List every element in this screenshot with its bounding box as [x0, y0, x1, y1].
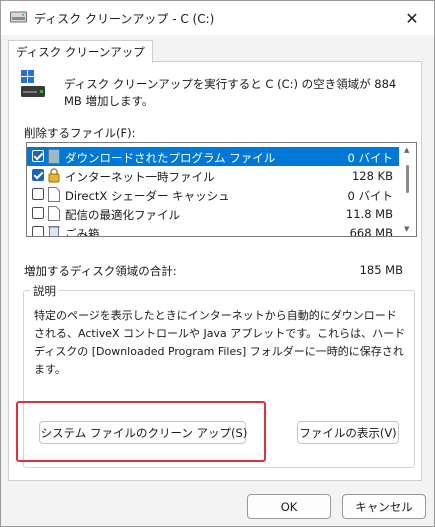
- files-list[interactable]: ダウンロードされたプログラム ファイル 0 バイト インターネット一時ファイル …: [26, 142, 417, 237]
- list-item[interactable]: インターネット一時ファイル 128 KB: [27, 166, 399, 185]
- file-name: DirectX シェーダー キャッシュ: [65, 189, 230, 203]
- total-gain-value: 185 MB: [359, 263, 403, 277]
- checkbox[interactable]: [32, 169, 44, 181]
- total-gain-label: 増加するディスク領域の合計:: [24, 264, 177, 278]
- summary-text: ディスク クリーンアップを実行すると C (C:) の空き領域が 884 MB …: [64, 77, 397, 108]
- folder-file-icon: [48, 149, 60, 164]
- files-to-delete-label: 削除するファイル(F):: [24, 126, 136, 140]
- disk-cleanup-window: ディスク クリーンアップ - C (C:) ✕ ディスク クリーンアップ ディス…: [0, 0, 435, 527]
- file-size: 668 MB: [349, 226, 393, 237]
- file-size: 0 バイト: [347, 189, 393, 203]
- scroll-down-icon[interactable]: ▼: [404, 225, 409, 233]
- close-icon: ✕: [405, 8, 419, 28]
- cleanup-system-files-button[interactable]: システム ファイルのクリーン アップ(S): [39, 421, 248, 444]
- lock-file-icon: [48, 168, 60, 183]
- cleanup-system-files-label: システム ファイルのクリーン アップ(S): [40, 425, 248, 440]
- list-item[interactable]: DirectX シェーダー キャッシュ 0 バイト: [27, 185, 399, 204]
- scrollbar-thumb[interactable]: [406, 165, 409, 193]
- checkbox[interactable]: [32, 226, 44, 236]
- blank-file-icon: [48, 206, 60, 221]
- file-name: ごみ箱: [65, 227, 100, 237]
- blank-file-icon: [48, 187, 60, 202]
- checkbox[interactable]: [32, 207, 44, 219]
- recycle-bin-icon: [48, 226, 60, 236]
- drive-cleanup-icon: [10, 11, 27, 23]
- list-item[interactable]: 配信の最適化ファイル 11.8 MB: [27, 204, 399, 223]
- checkbox[interactable]: [32, 150, 44, 162]
- description-text: 特定のページを表示したときにインターネットから自動的にダウンロードされる、Act…: [34, 309, 406, 376]
- ok-button[interactable]: OK: [247, 494, 331, 519]
- window-title: ディスク クリーンアップ - C (C:): [34, 12, 215, 26]
- file-name: 配信の最適化ファイル: [65, 208, 180, 222]
- checkbox[interactable]: [32, 188, 44, 200]
- file-size: 0 バイト: [347, 151, 393, 165]
- description-title: 説明: [30, 283, 59, 299]
- close-button[interactable]: ✕: [390, 1, 434, 35]
- scroll-up-icon[interactable]: ▲: [404, 146, 409, 154]
- file-name: ダウンロードされたプログラム ファイル: [65, 151, 276, 165]
- tab-disk-cleanup[interactable]: ディスク クリーンアップ: [8, 40, 153, 63]
- title-bar[interactable]: ディスク クリーンアップ - C (C:) ✕: [1, 1, 434, 35]
- file-size: 11.8 MB: [345, 207, 393, 221]
- cancel-button[interactable]: キャンセル: [342, 494, 426, 519]
- view-files-button[interactable]: ファイルの表示(V): [297, 421, 399, 444]
- hard-drive-icon: [21, 70, 45, 97]
- list-item[interactable]: ごみ箱 668 MB: [27, 223, 399, 237]
- file-name: インターネット一時ファイル: [65, 170, 215, 184]
- list-scrollbar[interactable]: ▲ ▼: [400, 143, 416, 236]
- file-size: 128 KB: [351, 169, 393, 183]
- list-item[interactable]: ダウンロードされたプログラム ファイル 0 バイト: [27, 147, 399, 166]
